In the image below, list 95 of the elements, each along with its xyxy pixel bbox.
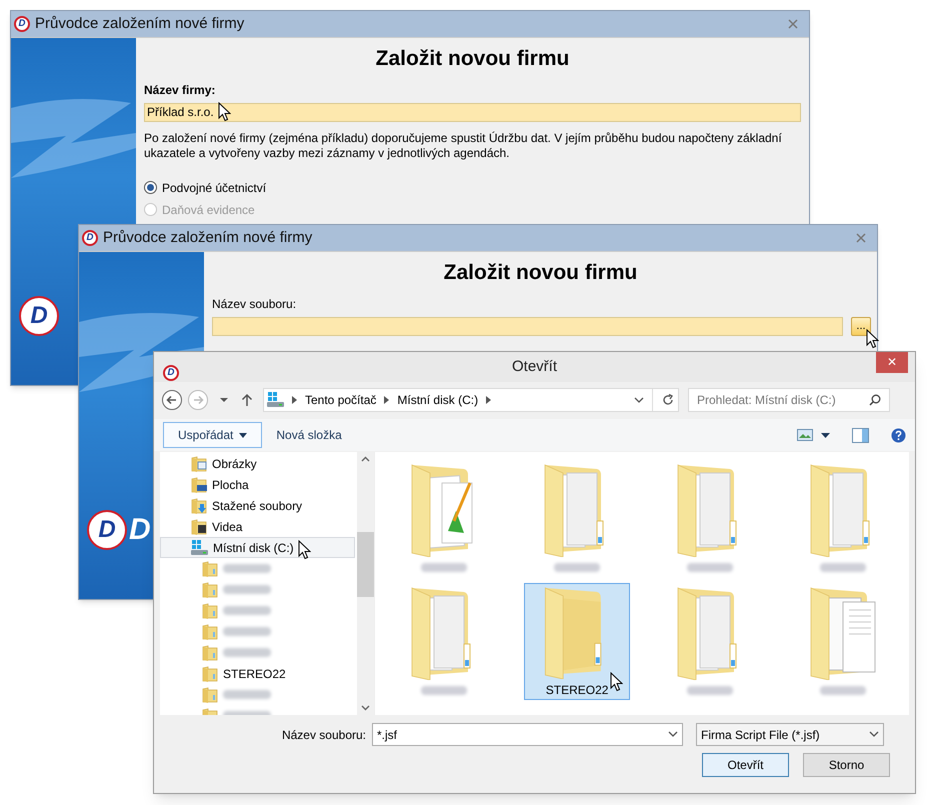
nav-item[interactable]: Videa <box>160 516 355 537</box>
filename-field[interactable]: *.jsf <box>372 723 683 746</box>
blurred-label <box>223 585 271 594</box>
nav-label: Místní disk (C:) <box>213 540 294 556</box>
chevron-icon <box>292 396 297 404</box>
blurred-label <box>820 563 866 572</box>
dropdown-icon[interactable] <box>634 396 644 404</box>
close-icon[interactable] <box>856 233 866 243</box>
folder-icon <box>202 686 218 702</box>
dropdown-icon <box>869 731 879 738</box>
field-label: Název souboru: <box>212 296 298 312</box>
wizard-heading: Založit novou firmu <box>374 46 570 72</box>
nav-item[interactable]: Obrázky <box>160 453 355 474</box>
folder-item[interactable]: STEREO22 <box>524 583 630 700</box>
company-name-field[interactable]: Příklad s.r.o. <box>144 102 801 122</box>
logo-mark: D <box>87 510 127 550</box>
field-label: Název firmy: <box>144 82 216 98</box>
blurred-label <box>223 690 271 699</box>
dialog-title: Otevřít <box>512 356 557 377</box>
up-arrow-icon[interactable] <box>239 392 255 408</box>
app-icon: D <box>14 16 30 32</box>
folder-icon <box>202 560 218 576</box>
blurred-label <box>223 627 271 636</box>
cursor-icon <box>610 672 623 692</box>
scroll-thumb[interactable] <box>357 532 374 597</box>
logo-text: D <box>129 515 151 545</box>
video-folder-icon <box>191 518 207 534</box>
chevron-icon <box>384 396 390 404</box>
window-title: Průvodce založením nové firmy <box>103 228 312 248</box>
scroll-down-icon[interactable] <box>361 705 370 711</box>
close-button[interactable]: ✕ <box>876 352 908 373</box>
nav-label: Stažené soubory <box>212 498 302 514</box>
cursor-icon <box>866 329 879 349</box>
browse-button[interactable]: ... <box>851 316 871 336</box>
folder-icon <box>202 602 218 618</box>
window-title: Průvodce založením nové firmy <box>35 14 244 34</box>
organize-button[interactable]: Uspořádat <box>163 422 262 448</box>
close-icon[interactable] <box>788 19 798 29</box>
chevron-icon <box>486 396 492 404</box>
drive-icon <box>267 392 284 408</box>
caret-icon <box>239 432 248 438</box>
file-type-select[interactable]: Firma Script File (*.jsf) <box>696 723 884 746</box>
blurred-label <box>223 564 271 573</box>
radio-option[interactable]: Podvojné účetnictví <box>144 178 266 196</box>
logo-mark: D <box>19 296 59 336</box>
nav-item[interactable]: Stažené soubory <box>160 495 355 516</box>
info-text: Po založení nové firmy (zejména příkladu) doporučujeme spustit Údržbu dat. V jejím průběhu budou napočteny základní ukazatele a vytvořeny vazby mezi záznamy v jednotlivých agendách. <box>144 130 783 160</box>
blurred-label <box>820 686 866 695</box>
app-icon: D <box>82 230 98 246</box>
address-bar[interactable]: Tento počítač Místní disk (C:) <box>263 388 679 412</box>
blurred-label <box>686 686 733 695</box>
blurred-label <box>223 648 271 657</box>
app-icon: D <box>163 364 179 381</box>
dialog-button[interactable]: Storno <box>803 753 890 777</box>
folder-icon <box>202 582 218 598</box>
breadcrumb-item[interactable]: Tento počítač <box>305 391 376 409</box>
dropdown-icon <box>668 731 678 738</box>
picture-folder-icon <box>191 456 207 472</box>
back-icon[interactable] <box>161 389 183 411</box>
download-folder-icon <box>191 498 207 514</box>
nav-item[interactable]: Místní disk (C:) <box>160 537 355 558</box>
caret-icon[interactable] <box>821 432 830 438</box>
folder-icon <box>202 644 218 660</box>
blurred-label <box>421 563 468 572</box>
file-name-field[interactable] <box>212 316 843 336</box>
breadcrumb-item[interactable]: Místní disk (C:) <box>397 391 478 409</box>
view-icon[interactable] <box>797 429 813 441</box>
cursor-icon <box>218 102 231 122</box>
dialog-button[interactable]: Otevřít <box>702 753 789 777</box>
nav-item[interactable]: STEREO22 <box>160 663 355 684</box>
search-icon <box>869 394 881 406</box>
refresh-icon[interactable] <box>661 393 675 407</box>
filename-label: Název souboru: <box>280 726 367 744</box>
nav-item[interactable]: Plocha <box>160 474 355 495</box>
desktop-folder-icon <box>191 476 207 492</box>
search-field[interactable]: Prohledat: Místní disk (C:) <box>688 388 890 412</box>
drive-icon <box>191 540 208 556</box>
blurred-label <box>554 563 600 572</box>
new-folder-button[interactable]: Nová složka <box>276 426 342 444</box>
folder-label: STEREO22 <box>546 682 608 699</box>
blurred-label <box>421 686 468 695</box>
preview-pane-icon[interactable] <box>852 428 869 442</box>
wizard-heading: Založit novou firmu <box>442 260 638 286</box>
help-icon[interactable] <box>891 428 906 442</box>
cursor-icon <box>298 540 311 560</box>
nav-label: Obrázky <box>212 456 257 472</box>
folder-icon <box>202 666 218 682</box>
folder-icon <box>202 624 218 640</box>
nav-label: Videa <box>212 518 242 536</box>
scroll-up-icon[interactable] <box>361 456 370 462</box>
scrollbar[interactable] <box>357 452 374 715</box>
nav-label: Plocha <box>212 476 249 494</box>
nav-label: STEREO22 <box>223 666 286 682</box>
blurred-label <box>223 606 271 615</box>
blurred-label <box>686 563 733 572</box>
